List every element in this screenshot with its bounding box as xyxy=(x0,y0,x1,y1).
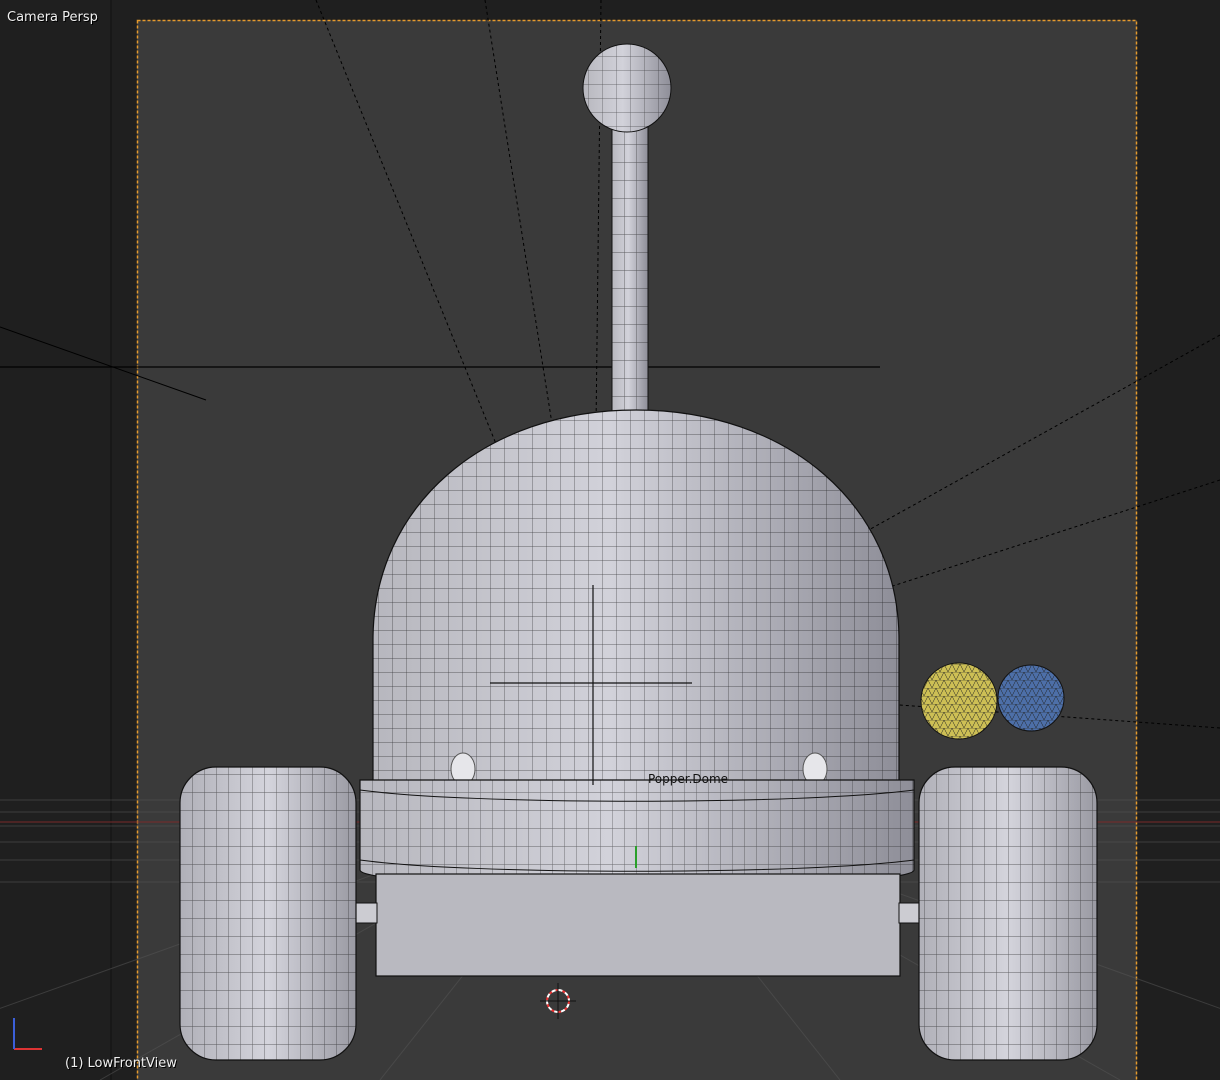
body-ring[interactable] xyxy=(359,779,915,889)
base-box[interactable] xyxy=(375,873,901,977)
wheel-right[interactable] xyxy=(918,766,1098,1061)
light-yellow-sphere[interactable] xyxy=(920,662,998,740)
active-object-label: Popper.Dome xyxy=(648,772,729,786)
view-name-label: Camera Persp xyxy=(7,10,98,25)
light-blue-sphere[interactable] xyxy=(997,664,1065,732)
frame-info-label: (1) LowFrontView xyxy=(65,1056,177,1071)
3d-viewport[interactable]: Camera Persp Popper.Dome (1) LowFrontVie… xyxy=(0,0,1220,1080)
viewport-canvas[interactable] xyxy=(0,0,1220,1080)
wheel-left[interactable] xyxy=(179,766,357,1061)
